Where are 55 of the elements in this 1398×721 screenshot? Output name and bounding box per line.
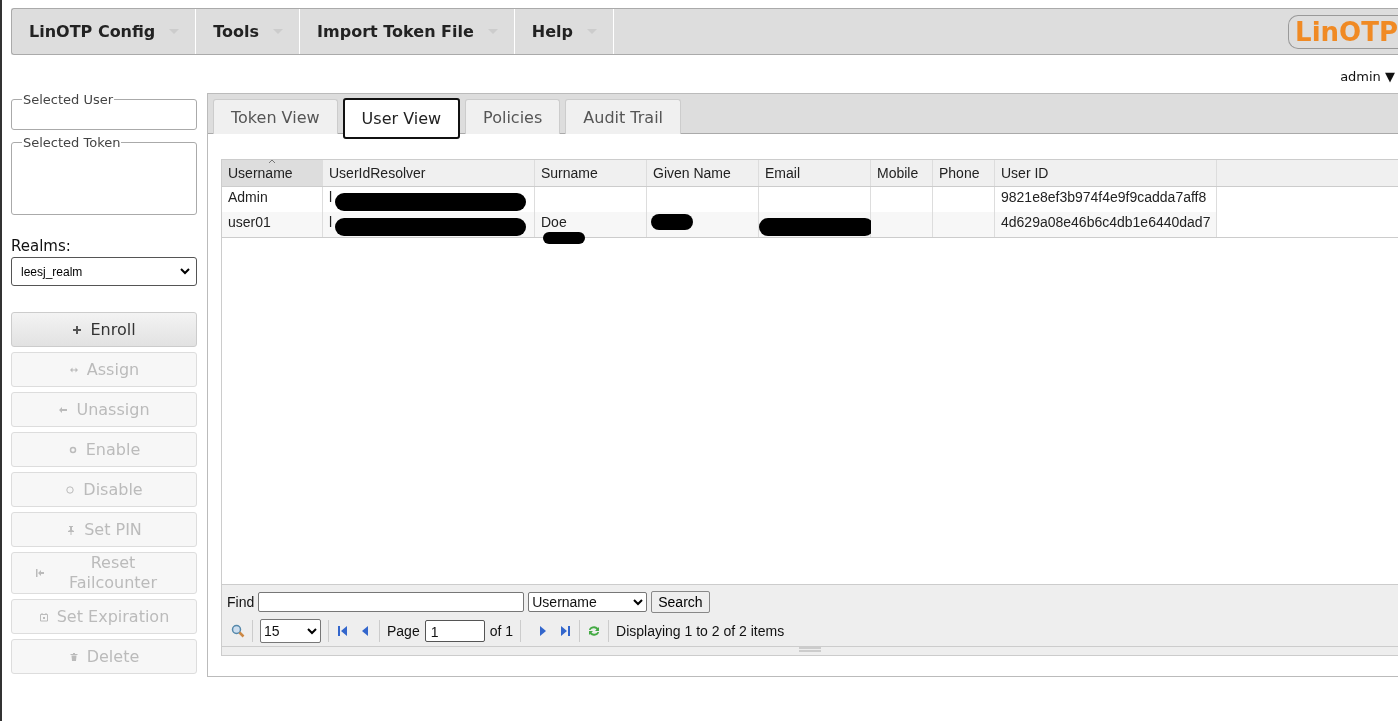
- action-icon: [72, 324, 83, 335]
- realms-label: Realms:: [11, 237, 72, 255]
- table-cell-text: Doe: [541, 213, 567, 232]
- menu-item[interactable]: LinOTP Config: [12, 9, 197, 54]
- action-icon: [66, 524, 77, 535]
- menu-item[interactable]: Import Token File: [300, 9, 515, 54]
- page-size-dropdown[interactable]: 15: [260, 619, 321, 643]
- refresh-icon[interactable]: [587, 624, 602, 638]
- search-field-dropdown[interactable]: Username: [528, 592, 648, 612]
- tab[interactable]: User View: [342, 98, 461, 139]
- column-header[interactable]: Email: [758, 160, 871, 187]
- tab[interactable]: Token View: [213, 99, 338, 134]
- first-page-icon[interactable]: [336, 624, 350, 638]
- box-legend: Selected User: [22, 92, 115, 107]
- realm-dropdown[interactable]: leesj_realm: [11, 257, 197, 286]
- find-field[interactable]: [258, 592, 525, 612]
- menu-item[interactable]: Help: [514, 9, 615, 54]
- sort-icon: [268, 159, 276, 164]
- column-header[interactable]: User ID: [994, 160, 1217, 187]
- chevron-icon: [633, 598, 644, 606]
- column-header[interactable]: UserIdResolver: [322, 160, 535, 187]
- action-icon: [65, 484, 76, 495]
- box-legend: Selected Token: [22, 135, 122, 150]
- search-button[interactable]: Search: [651, 591, 710, 613]
- action-icon: [68, 651, 79, 662]
- logo: LinOTP: [1288, 14, 1398, 49]
- table-cell-text: 9821e8ef3b974f4e9f9cadda7aff8: [1001, 188, 1207, 207]
- column-header[interactable]: Mobile: [870, 160, 933, 187]
- tab[interactable]: Audit Trail: [565, 99, 682, 134]
- page-field[interactable]: 1: [424, 620, 485, 642]
- action-icon: [35, 568, 45, 578]
- find-label: Find: [227, 594, 255, 610]
- column-header[interactable]: Given Name: [646, 160, 759, 187]
- menu-item[interactable]: Tools: [196, 9, 301, 54]
- search-icon[interactable]: [231, 624, 245, 638]
- action-button[interactable]: Enroll: [11, 312, 197, 347]
- table-cell-text: Admin: [228, 188, 268, 207]
- action-icon: [38, 611, 49, 622]
- table-cell-text: l: [329, 213, 333, 232]
- status-text: Displaying 1 to 2 of 2 items: [616, 623, 785, 639]
- tab[interactable]: Policies: [465, 99, 561, 134]
- table-cell-text: l: [329, 188, 333, 207]
- page-label: Page: [387, 623, 420, 639]
- action-icon: [67, 444, 78, 455]
- chevron-icon: [180, 268, 190, 275]
- user-menu[interactable]: admin ▼: [1340, 69, 1395, 85]
- last-page-icon[interactable]: [558, 624, 573, 638]
- column-header[interactable]: Phone: [932, 160, 995, 187]
- chevron-icon: [307, 627, 317, 635]
- page-count: of 1: [489, 623, 514, 639]
- column-header[interactable]: Surname: [534, 160, 647, 187]
- resize-grip-icon[interactable]: [799, 647, 821, 653]
- column-header[interactable]: Username: [222, 160, 323, 187]
- table-cell-text: user01: [228, 213, 271, 232]
- table-cell-text: 4d629a08e46b6c4db1e6440dad7: [1001, 213, 1211, 232]
